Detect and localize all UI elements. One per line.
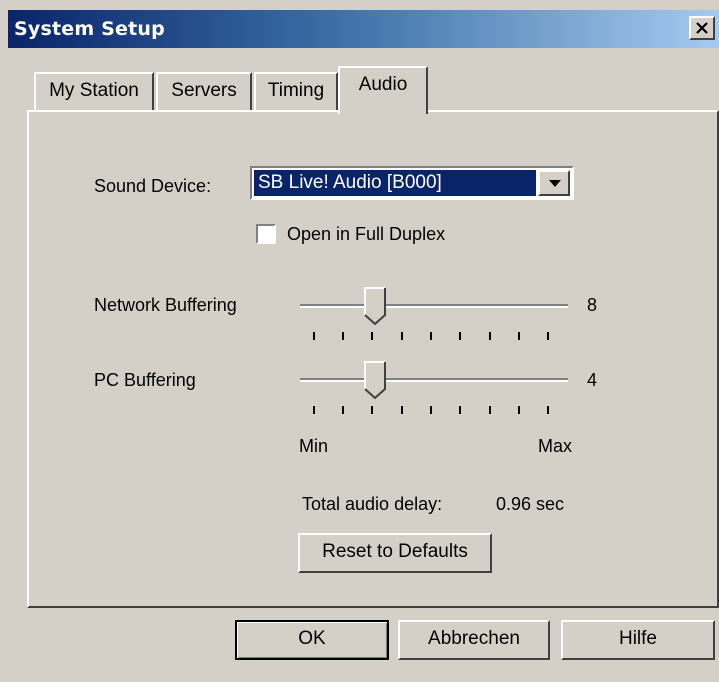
tick <box>371 406 373 414</box>
pc-buffering-ticks <box>300 406 568 416</box>
pc-buffering-slider-thumb[interactable] <box>364 361 386 399</box>
tick <box>459 332 461 340</box>
tick <box>342 406 344 414</box>
full-duplex-checkbox[interactable] <box>256 224 276 244</box>
tick <box>547 332 549 340</box>
sound-device-dropdown-button[interactable] <box>538 170 570 196</box>
help-label: Hilfe <box>618 628 657 649</box>
system-setup-dialog: System Setup My Station Servers Timing A… <box>0 0 719 682</box>
tick <box>430 332 432 340</box>
tick <box>459 406 461 414</box>
ok-button[interactable]: OK <box>235 620 389 660</box>
tick <box>313 332 315 340</box>
scale-min-label: Min <box>299 436 329 456</box>
tick <box>518 332 520 340</box>
total-delay-value: 0.96 sec <box>496 494 565 514</box>
sound-device-selected-value: SB Live! Audio [B000] <box>254 170 536 196</box>
tick <box>430 406 432 414</box>
tick <box>547 406 549 414</box>
sound-device-label: Sound Device: <box>94 176 212 196</box>
tick <box>371 332 373 340</box>
ok-label: OK <box>298 628 326 649</box>
tick <box>342 332 344 340</box>
reset-to-defaults-button[interactable]: Reset to Defaults <box>298 533 492 573</box>
cancel-label: Abbrechen <box>428 628 520 649</box>
pc-buffering-label: PC Buffering <box>94 370 196 390</box>
full-duplex-label[interactable]: Open in Full Duplex <box>287 224 445 245</box>
network-buffering-slider-thumb[interactable] <box>364 287 386 325</box>
tick <box>401 406 403 414</box>
network-buffering-label: Network Buffering <box>94 295 237 315</box>
reset-to-defaults-label: Reset to Defaults <box>322 541 468 562</box>
tick <box>518 406 520 414</box>
help-button[interactable]: Hilfe <box>561 620 715 660</box>
network-buffering-track[interactable] <box>300 304 568 308</box>
total-delay-label: Total audio delay: <box>302 494 443 514</box>
tick <box>489 332 491 340</box>
pc-buffering-track[interactable] <box>300 378 568 382</box>
chevron-down-icon <box>549 180 561 187</box>
pc-buffering-value: 4 <box>587 370 598 390</box>
tick <box>401 332 403 340</box>
cancel-button[interactable]: Abbrechen <box>398 620 550 660</box>
sound-device-select[interactable]: SB Live! Audio [B000] <box>250 166 574 200</box>
network-buffering-value: 8 <box>587 295 598 315</box>
tick <box>313 406 315 414</box>
scale-max-label: Max <box>538 436 573 456</box>
tick <box>489 406 491 414</box>
network-buffering-ticks <box>300 332 568 342</box>
